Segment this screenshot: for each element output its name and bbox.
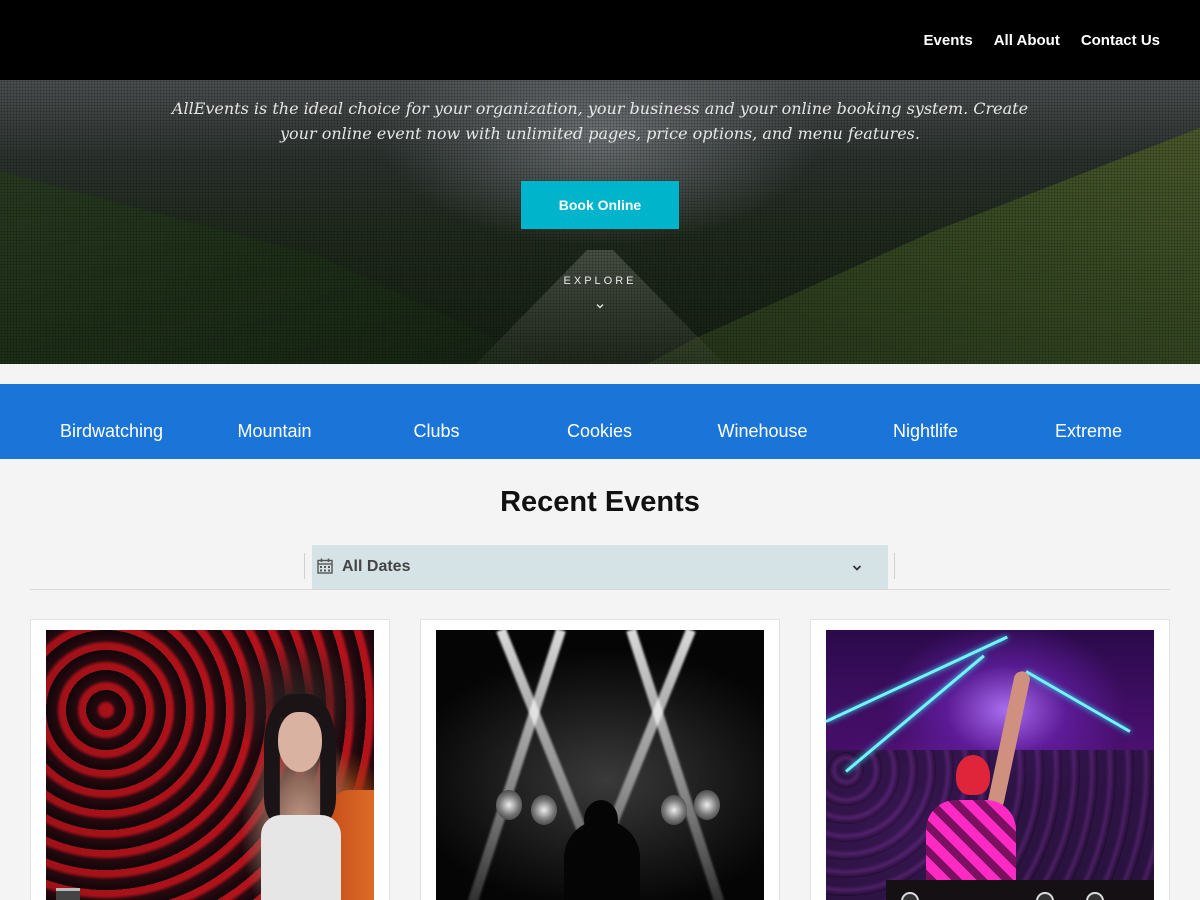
nav-all-about[interactable]: All About bbox=[994, 32, 1060, 49]
category-extreme[interactable]: Extreme bbox=[1007, 384, 1170, 459]
category-mountain[interactable]: Mountain bbox=[193, 384, 356, 459]
filter-divider bbox=[894, 553, 895, 579]
site-header: Events All About Contact Us bbox=[0, 0, 1200, 80]
chevron-down-icon bbox=[852, 565, 862, 571]
category-birdwatching[interactable]: Birdwatching bbox=[30, 384, 193, 459]
image-detail bbox=[564, 820, 640, 900]
main-nav: Events All About Contact Us bbox=[924, 0, 1160, 80]
nav-events[interactable]: Events bbox=[924, 32, 973, 49]
category-bar: Birdwatching Mountain Clubs Cookies Wine… bbox=[0, 384, 1200, 459]
book-online-button[interactable]: Book Online bbox=[521, 181, 679, 229]
event-image[interactable] bbox=[436, 630, 764, 900]
image-detail bbox=[886, 880, 1154, 900]
calendar-icon bbox=[317, 558, 333, 574]
hero-description: AllEvents is the ideal choice for your o… bbox=[171, 99, 1029, 143]
hero-banner: AllEvents is the ideal choice for your o… bbox=[0, 80, 1200, 364]
image-detail bbox=[661, 795, 687, 825]
category-clubs[interactable]: Clubs bbox=[355, 384, 518, 459]
nav-contact-us[interactable]: Contact Us bbox=[1081, 32, 1160, 49]
filter-underline bbox=[30, 589, 1170, 590]
event-card[interactable] bbox=[420, 619, 780, 900]
chevron-down-icon[interactable] bbox=[594, 300, 606, 312]
image-detail bbox=[496, 790, 522, 820]
image-detail bbox=[46, 630, 374, 900]
image-detail bbox=[1025, 670, 1131, 733]
category-cookies[interactable]: Cookies bbox=[518, 384, 681, 459]
category-nightlife[interactable]: Nightlife bbox=[844, 384, 1007, 459]
image-badge bbox=[56, 888, 80, 900]
filter-divider bbox=[304, 553, 305, 579]
category-winehouse[interactable]: Winehouse bbox=[681, 384, 844, 459]
explore-label[interactable]: EXPLORE bbox=[500, 275, 700, 287]
event-card[interactable] bbox=[30, 619, 390, 900]
date-filter-value: All Dates bbox=[342, 558, 411, 575]
event-card[interactable] bbox=[810, 619, 1170, 900]
event-image[interactable] bbox=[46, 630, 374, 900]
section-title: Recent Events bbox=[500, 486, 700, 518]
image-detail bbox=[531, 795, 557, 825]
date-filter-select[interactable]: All Dates bbox=[312, 545, 888, 589]
image-detail bbox=[956, 755, 990, 795]
image-detail bbox=[694, 790, 720, 820]
event-image[interactable] bbox=[826, 630, 1154, 900]
